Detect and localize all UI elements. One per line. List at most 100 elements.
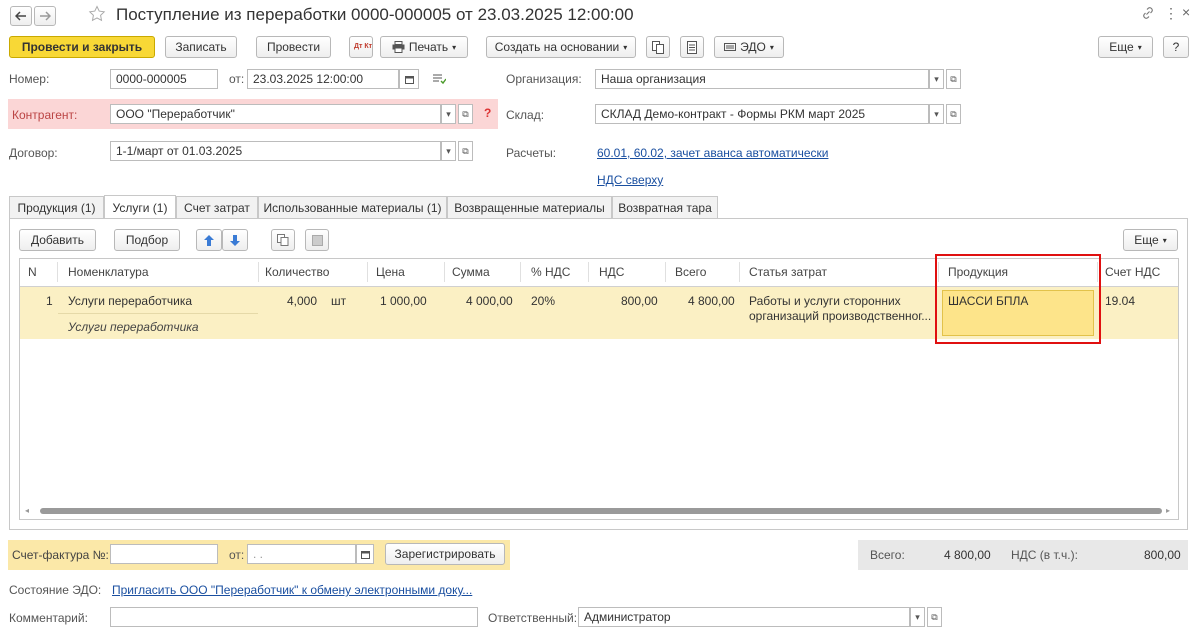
report-icon — [687, 40, 697, 54]
settlements-link[interactable]: 60.01, 60.02, зачет аванса автоматически — [597, 146, 828, 160]
contractor-question-icon[interactable]: ? — [484, 106, 491, 120]
link-icon[interactable] — [1141, 6, 1155, 23]
column-header-vat[interactable]: НДС — [599, 258, 624, 286]
contract-field[interactable]: 1-1/март от 01.03.2025 — [110, 141, 441, 161]
comment-field[interactable] — [110, 607, 478, 627]
contract-open-button[interactable]: ⧉ — [458, 141, 473, 161]
invoice-calendar-button[interactable] — [356, 544, 374, 564]
tab-used-materials[interactable]: Использованные материалы (1) — [258, 196, 447, 218]
post-and-close-button[interactable]: Провести и закрыть — [9, 36, 155, 58]
more-button[interactable]: Еще ▾ — [1098, 36, 1153, 58]
tab-services[interactable]: Услуги (1) — [104, 195, 176, 219]
table-more-button[interactable]: Еще ▾ — [1123, 229, 1178, 251]
scroll-left-icon[interactable]: ◂ — [25, 506, 29, 515]
warehouse-field[interactable]: СКЛАД Демо-контракт - Формы РКМ март 202… — [595, 104, 929, 124]
vat-incl-label: НДС (в т.ч.): — [1011, 548, 1078, 562]
responsible-dropdown-button[interactable]: ▾ — [910, 607, 925, 627]
print-button[interactable]: Печать ▾ — [380, 36, 468, 58]
paste-row-button[interactable] — [305, 229, 329, 251]
help-button[interactable]: ? — [1163, 36, 1189, 58]
row-vat-account[interactable]: 19.04 — [1105, 294, 1135, 308]
column-header-vat-account[interactable]: Счет НДС — [1105, 258, 1160, 286]
row-quantity[interactable]: 4,000 — [287, 294, 317, 308]
create-based-on-button[interactable]: Создать на основании ▾ — [486, 36, 636, 58]
invoice-date-field[interactable]: . . — [247, 544, 356, 564]
organization-dropdown-button[interactable]: ▾ — [929, 69, 944, 89]
forward-button[interactable] — [34, 6, 56, 26]
contractor-label: Контрагент: — [12, 108, 78, 122]
responsible-field[interactable]: Администратор — [578, 607, 910, 627]
horizontal-scrollbar-thumb[interactable] — [40, 508, 1162, 514]
invoice-number-field[interactable] — [110, 544, 218, 564]
invoice-date-label: от: — [229, 548, 245, 562]
column-header-price[interactable]: Цена — [376, 258, 405, 286]
contractor-open-button[interactable]: ⧉ — [458, 104, 473, 124]
row-cost-item-line1[interactable]: Работы и услуги сторонних — [749, 294, 901, 308]
column-header-n[interactable]: N — [28, 258, 37, 286]
row-cost-item-line2[interactable]: организаций производственног... — [749, 309, 931, 323]
column-header-total[interactable]: Всего — [675, 258, 706, 286]
save-label: Записать — [175, 40, 227, 54]
chevron-down-icon: ▾ — [623, 42, 628, 52]
chevron-down-icon: ▾ — [446, 145, 451, 156]
column-header-sum[interactable]: Сумма — [452, 258, 490, 286]
number-label: Номер: — [9, 72, 50, 86]
move-down-button[interactable] — [222, 229, 248, 251]
chevron-down-icon: ▾ — [915, 611, 920, 622]
calendar-button[interactable] — [399, 69, 419, 89]
structure-button[interactable] — [646, 36, 670, 58]
highlight-annotation-box — [935, 254, 1101, 344]
organization-open-button[interactable]: ⧉ — [946, 69, 961, 89]
contract-dropdown-button[interactable]: ▾ — [441, 141, 456, 161]
move-up-button[interactable] — [196, 229, 222, 251]
calendar-icon — [360, 550, 370, 559]
chevron-down-icon: ▾ — [446, 108, 451, 119]
tab-products[interactable]: Продукция (1) — [9, 196, 104, 218]
warehouse-dropdown-button[interactable]: ▾ — [929, 104, 944, 124]
column-header-vat-rate[interactable]: % НДС — [531, 258, 570, 286]
tab-returnable-packaging[interactable]: Возвратная тара — [612, 196, 718, 218]
back-button[interactable] — [10, 6, 32, 26]
tab-cost-account[interactable]: Счет затрат — [176, 196, 258, 218]
number-field[interactable]: 0000-000005 — [110, 69, 218, 89]
responsible-open-button[interactable]: ⧉ — [927, 607, 942, 627]
open-form-icon: ⧉ — [950, 108, 957, 119]
favorite-star-icon[interactable] — [88, 5, 106, 26]
row-price[interactable]: 1 000,00 — [380, 294, 427, 308]
copy-row-button[interactable] — [271, 229, 295, 251]
pick-button[interactable]: Подбор — [114, 229, 180, 251]
edo-icon — [724, 43, 737, 51]
contractor-dropdown-button[interactable]: ▾ — [441, 104, 456, 124]
organization-field[interactable]: Наша организация — [595, 69, 929, 89]
tab-cost-account-label: Счет затрат — [184, 200, 250, 215]
column-header-cost-item[interactable]: Статья затрат — [749, 258, 827, 286]
register-label: Зарегистрировать — [394, 547, 496, 561]
warehouse-open-button[interactable]: ⧉ — [946, 104, 961, 124]
row-number: 1 — [46, 294, 53, 308]
edo-button[interactable]: ЭДО ▾ — [714, 36, 784, 58]
save-button[interactable]: Записать — [165, 36, 237, 58]
edo-invite-link[interactable]: Пригласить ООО "Переработчик" к обмену э… — [112, 583, 472, 597]
scroll-right-icon[interactable]: ▸ — [1166, 506, 1170, 515]
vat-link[interactable]: НДС сверху — [597, 173, 663, 187]
dt-kt-button[interactable]: Дт Кт — [349, 36, 373, 58]
tab-returned-materials[interactable]: Возвращенные материалы — [447, 196, 612, 218]
close-icon[interactable]: × — [1182, 4, 1190, 20]
add-button[interactable]: Добавить — [19, 229, 96, 251]
column-header-nomenclature[interactable]: Номенклатура — [68, 258, 149, 286]
row-vat-rate[interactable]: 20% — [531, 294, 555, 308]
post-button[interactable]: Провести — [256, 36, 331, 58]
row-nomenclature[interactable]: Услуги переработчика — [68, 294, 192, 308]
register-button[interactable]: Зарегистрировать — [385, 543, 505, 565]
row-vat[interactable]: 800,00 — [621, 294, 658, 308]
contractor-field[interactable]: ООО "Переработчик" — [110, 104, 441, 124]
more-menu-icon[interactable]: ⋮ — [1164, 5, 1178, 22]
column-header-quantity[interactable]: Количество — [265, 258, 329, 286]
row-sum[interactable]: 4 000,00 — [466, 294, 513, 308]
date-field[interactable]: 23.03.2025 12:00:00 — [247, 69, 399, 89]
history-icon[interactable] — [432, 73, 447, 88]
report-button[interactable] — [680, 36, 704, 58]
row-total[interactable]: 4 800,00 — [688, 294, 735, 308]
row-nomenclature-sub[interactable]: Услуги переработчика — [68, 320, 199, 334]
row-unit[interactable]: шт — [331, 294, 346, 308]
